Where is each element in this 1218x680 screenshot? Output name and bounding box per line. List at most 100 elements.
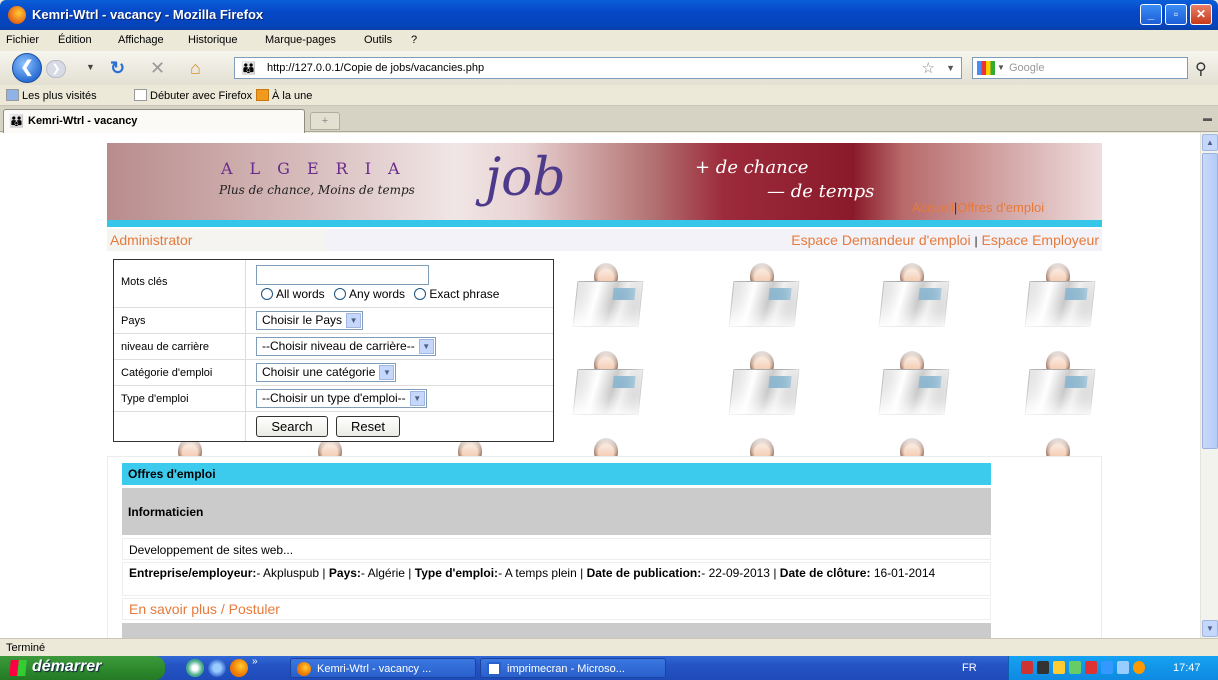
address-bar[interactable]: 👪 http://127.0.0.1/Copie de jobs/vacanci… [234, 57, 962, 79]
bookmark-label: Débuter avec Firefox [150, 90, 253, 102]
employer-space-link[interactable]: Espace Employeur [981, 232, 1099, 248]
keywords-input[interactable] [256, 265, 429, 285]
tab-active[interactable]: 👪 Kemri-Wtrl - vacancy [3, 109, 305, 133]
bookmark-most-visited[interactable]: Les plus visités [6, 89, 97, 102]
bookmark-headlines[interactable]: À la une [256, 89, 312, 102]
status-bar: Terminé [0, 638, 1218, 656]
tray-volume-icon[interactable] [1069, 661, 1081, 674]
banner-algeria: ALGERIA [221, 159, 417, 178]
quicklaunch-overflow-icon[interactable]: » [252, 656, 264, 674]
home-icon[interactable]: ⌂ [190, 58, 201, 78]
country-selected-value: Choisir le Pays [262, 313, 343, 327]
taskbar-firefox-window[interactable]: Kemri-Wtrl - vacancy ... [290, 658, 476, 678]
radio-circle-icon [261, 288, 273, 300]
banner-job-logo: job [485, 148, 566, 208]
offer-more-row: En savoir plus / Postuler [122, 598, 991, 620]
vertical-scrollbar[interactable]: ▲ ▼ [1200, 133, 1218, 638]
radio-circle-icon [414, 288, 427, 300]
radio-label: Exact phrase [429, 287, 500, 301]
newspaper-reader-image [1015, 351, 1103, 417]
scroll-thumb[interactable] [1202, 153, 1218, 449]
back-button[interactable]: ❮ [12, 53, 42, 83]
tray-messenger-icon[interactable] [1101, 661, 1113, 674]
tray-app-icon[interactable] [1133, 661, 1145, 674]
radio-exact-phrase[interactable]: Exact phrase [414, 287, 499, 301]
start-button[interactable]: démarrer [0, 656, 165, 680]
menu-outils[interactable]: Outils [364, 34, 392, 46]
menu-marque-pages[interactable]: Marque-pages [265, 34, 336, 46]
job-search-form: Mots clés All words Any words Exact phra… [113, 259, 554, 442]
tray-network-icon[interactable] [1053, 661, 1065, 674]
chevron-down-icon[interactable]: ▼ [346, 313, 362, 328]
search-input[interactable]: ▼ Google [972, 57, 1188, 79]
close-button[interactable]: ✕ [1190, 4, 1212, 25]
search-button[interactable]: Search [256, 416, 328, 437]
administrator-link[interactable]: Administrator [110, 232, 192, 248]
bookmark-getting-started[interactable]: Débuter avec Firefox [134, 89, 252, 102]
job-type-row: Type d'emploi --Choisir un type d'emploi… [114, 386, 553, 412]
search-engine-dropdown-icon[interactable]: ▼ [997, 63, 1005, 72]
task-label: imprimecran - Microso... [507, 663, 625, 675]
category-select[interactable]: Choisir une catégorie ▼ [256, 363, 397, 382]
career-level-select[interactable]: --Choisir niveau de carrière-- ▼ [256, 337, 436, 356]
firefox-logo-icon [8, 6, 26, 24]
chevron-down-icon[interactable]: ▼ [379, 365, 395, 380]
keywords-label: Mots clés [114, 260, 246, 307]
nav-home-link[interactable]: Accueil [912, 200, 954, 215]
radio-all-words[interactable]: All words [261, 287, 325, 301]
tray-security-icon[interactable] [1021, 661, 1033, 674]
scroll-down-icon[interactable]: ▼ [1202, 620, 1218, 637]
clock: 17:47 [1173, 662, 1201, 674]
tray-display-icon[interactable] [1117, 661, 1129, 674]
forward-button[interactable]: ❯ [46, 60, 66, 78]
language-indicator[interactable]: FR [962, 662, 977, 674]
job-offers-panel: Offres d'emploi Informaticien Developpem… [107, 456, 1102, 638]
stop-icon[interactable]: ✕ [150, 58, 165, 78]
start-label: démarrer [32, 658, 102, 675]
history-dropdown-icon[interactable]: ▼ [86, 62, 95, 72]
google-icon[interactable] [977, 61, 995, 75]
url-dropdown-icon[interactable]: ▼ [946, 63, 955, 73]
quicklaunch-ie-icon[interactable] [208, 659, 226, 677]
job-seeker-space-link[interactable]: Espace Demandeur d'emploi [791, 232, 970, 248]
menu-fichier[interactable]: Fichier [6, 34, 39, 46]
menu-historique[interactable]: Historique [188, 34, 238, 46]
category-selected-value: Choisir une catégorie [262, 365, 376, 379]
menu-edition[interactable]: Édition [58, 34, 92, 46]
bookmark-star-icon[interactable]: ☆ [922, 59, 935, 77]
tray-monitor-icon[interactable] [1037, 661, 1049, 674]
maximize-button[interactable]: ▫ [1165, 4, 1187, 25]
reset-button[interactable]: Reset [336, 416, 400, 437]
space-links: Espace Demandeur d'emploi | Espace Emplo… [791, 232, 1099, 248]
chevron-down-icon[interactable]: ▼ [409, 391, 425, 406]
job-type-label: Type d'emploi [114, 386, 246, 411]
reload-icon[interactable]: ↻ [110, 58, 125, 78]
search-go-icon[interactable]: ⚲ [1195, 59, 1207, 79]
newspaper-reader-image [719, 263, 807, 329]
bookmarks-toolbar: Les plus visités Débuter avec Firefox À … [0, 85, 1218, 106]
new-tab-button[interactable]: + [310, 112, 340, 130]
tab-list-icon[interactable]: ▬ [1203, 113, 1212, 123]
url-text[interactable]: http://127.0.0.1/Copie de jobs/vacancies… [267, 62, 484, 74]
newspaper-reader-image [1015, 263, 1103, 329]
minimize-button[interactable]: _ [1140, 4, 1162, 25]
learn-more-apply-link[interactable]: En savoir plus / Postuler [129, 601, 280, 617]
menu-help[interactable]: ? [411, 34, 417, 46]
pub-date-label: Date de publication: [586, 566, 702, 580]
quicklaunch-firefox-icon[interactable] [230, 659, 248, 677]
tray-update-icon[interactable] [1085, 661, 1097, 674]
nav-offers-link[interactable]: Offres d'emploi [957, 200, 1044, 215]
job-type-select[interactable]: --Choisir un type d'emploi-- ▼ [256, 389, 427, 408]
menu-bar: Fichier Édition Affichage Historique Mar… [0, 31, 1218, 51]
taskbar-word-window[interactable]: imprimecran - Microso... [480, 658, 666, 678]
newspaper-reader-image [869, 351, 957, 417]
country-select[interactable]: Choisir le Pays ▼ [256, 311, 364, 330]
offer-meta: Entreprise/employeur:- Akpluspub | Pays:… [122, 562, 991, 596]
title-bar[interactable]: Kemri-Wtrl - vacancy - Mozilla Firefox _… [0, 0, 1218, 30]
scroll-up-icon[interactable]: ▲ [1202, 134, 1218, 151]
quicklaunch-desktop-icon[interactable] [186, 659, 204, 677]
chevron-down-icon[interactable]: ▼ [418, 339, 434, 354]
menu-affichage[interactable]: Affichage [118, 34, 164, 46]
radio-any-words[interactable]: Any words [334, 287, 405, 301]
firefox-window: Kemri-Wtrl - vacancy - Mozilla Firefox _… [0, 0, 1218, 680]
